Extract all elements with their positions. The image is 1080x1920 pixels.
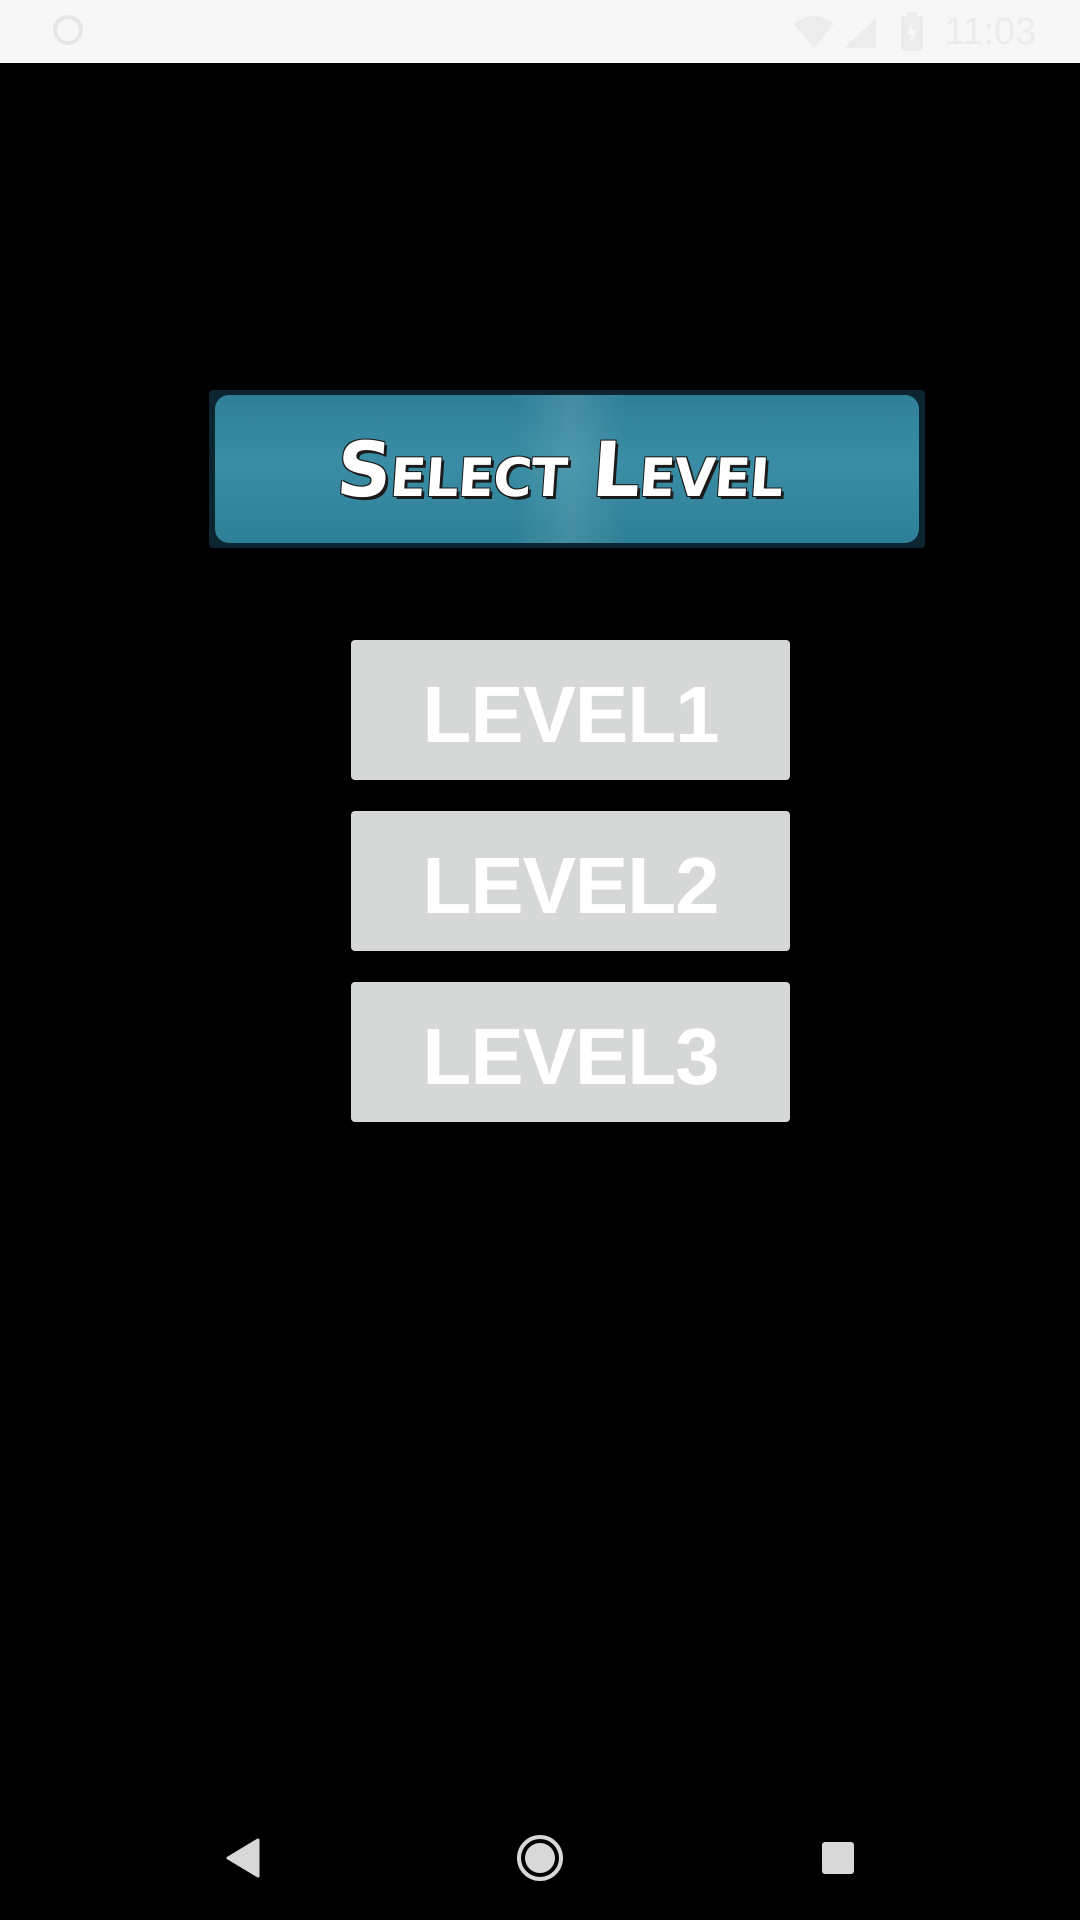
status-bar: 11:03 (0, 0, 1080, 63)
level-1-button[interactable]: LEVEL1 (351, 640, 790, 780)
back-icon (224, 1838, 260, 1883)
select-level-banner: Select Level (209, 390, 925, 548)
back-button[interactable] (212, 1830, 272, 1890)
screen: 11:03 Select Level LEVEL1 LEVEL2 LEVEL3 (0, 0, 1080, 1920)
home-button[interactable] (510, 1830, 570, 1890)
status-clock: 11:03 (944, 11, 1037, 53)
level-3-button[interactable]: LEVEL3 (351, 982, 790, 1122)
home-icon (515, 1833, 565, 1888)
recents-icon (820, 1840, 856, 1881)
signal-icon (842, 16, 878, 50)
page-title: Select Level (333, 424, 787, 514)
sync-icon (52, 14, 84, 46)
level-2-button[interactable]: LEVEL2 (351, 811, 790, 951)
navigation-bar (0, 1800, 1080, 1920)
wifi-icon (792, 14, 836, 50)
recents-button[interactable] (808, 1830, 868, 1890)
battery-icon (900, 12, 924, 52)
banner-background: Select Level (215, 395, 919, 543)
